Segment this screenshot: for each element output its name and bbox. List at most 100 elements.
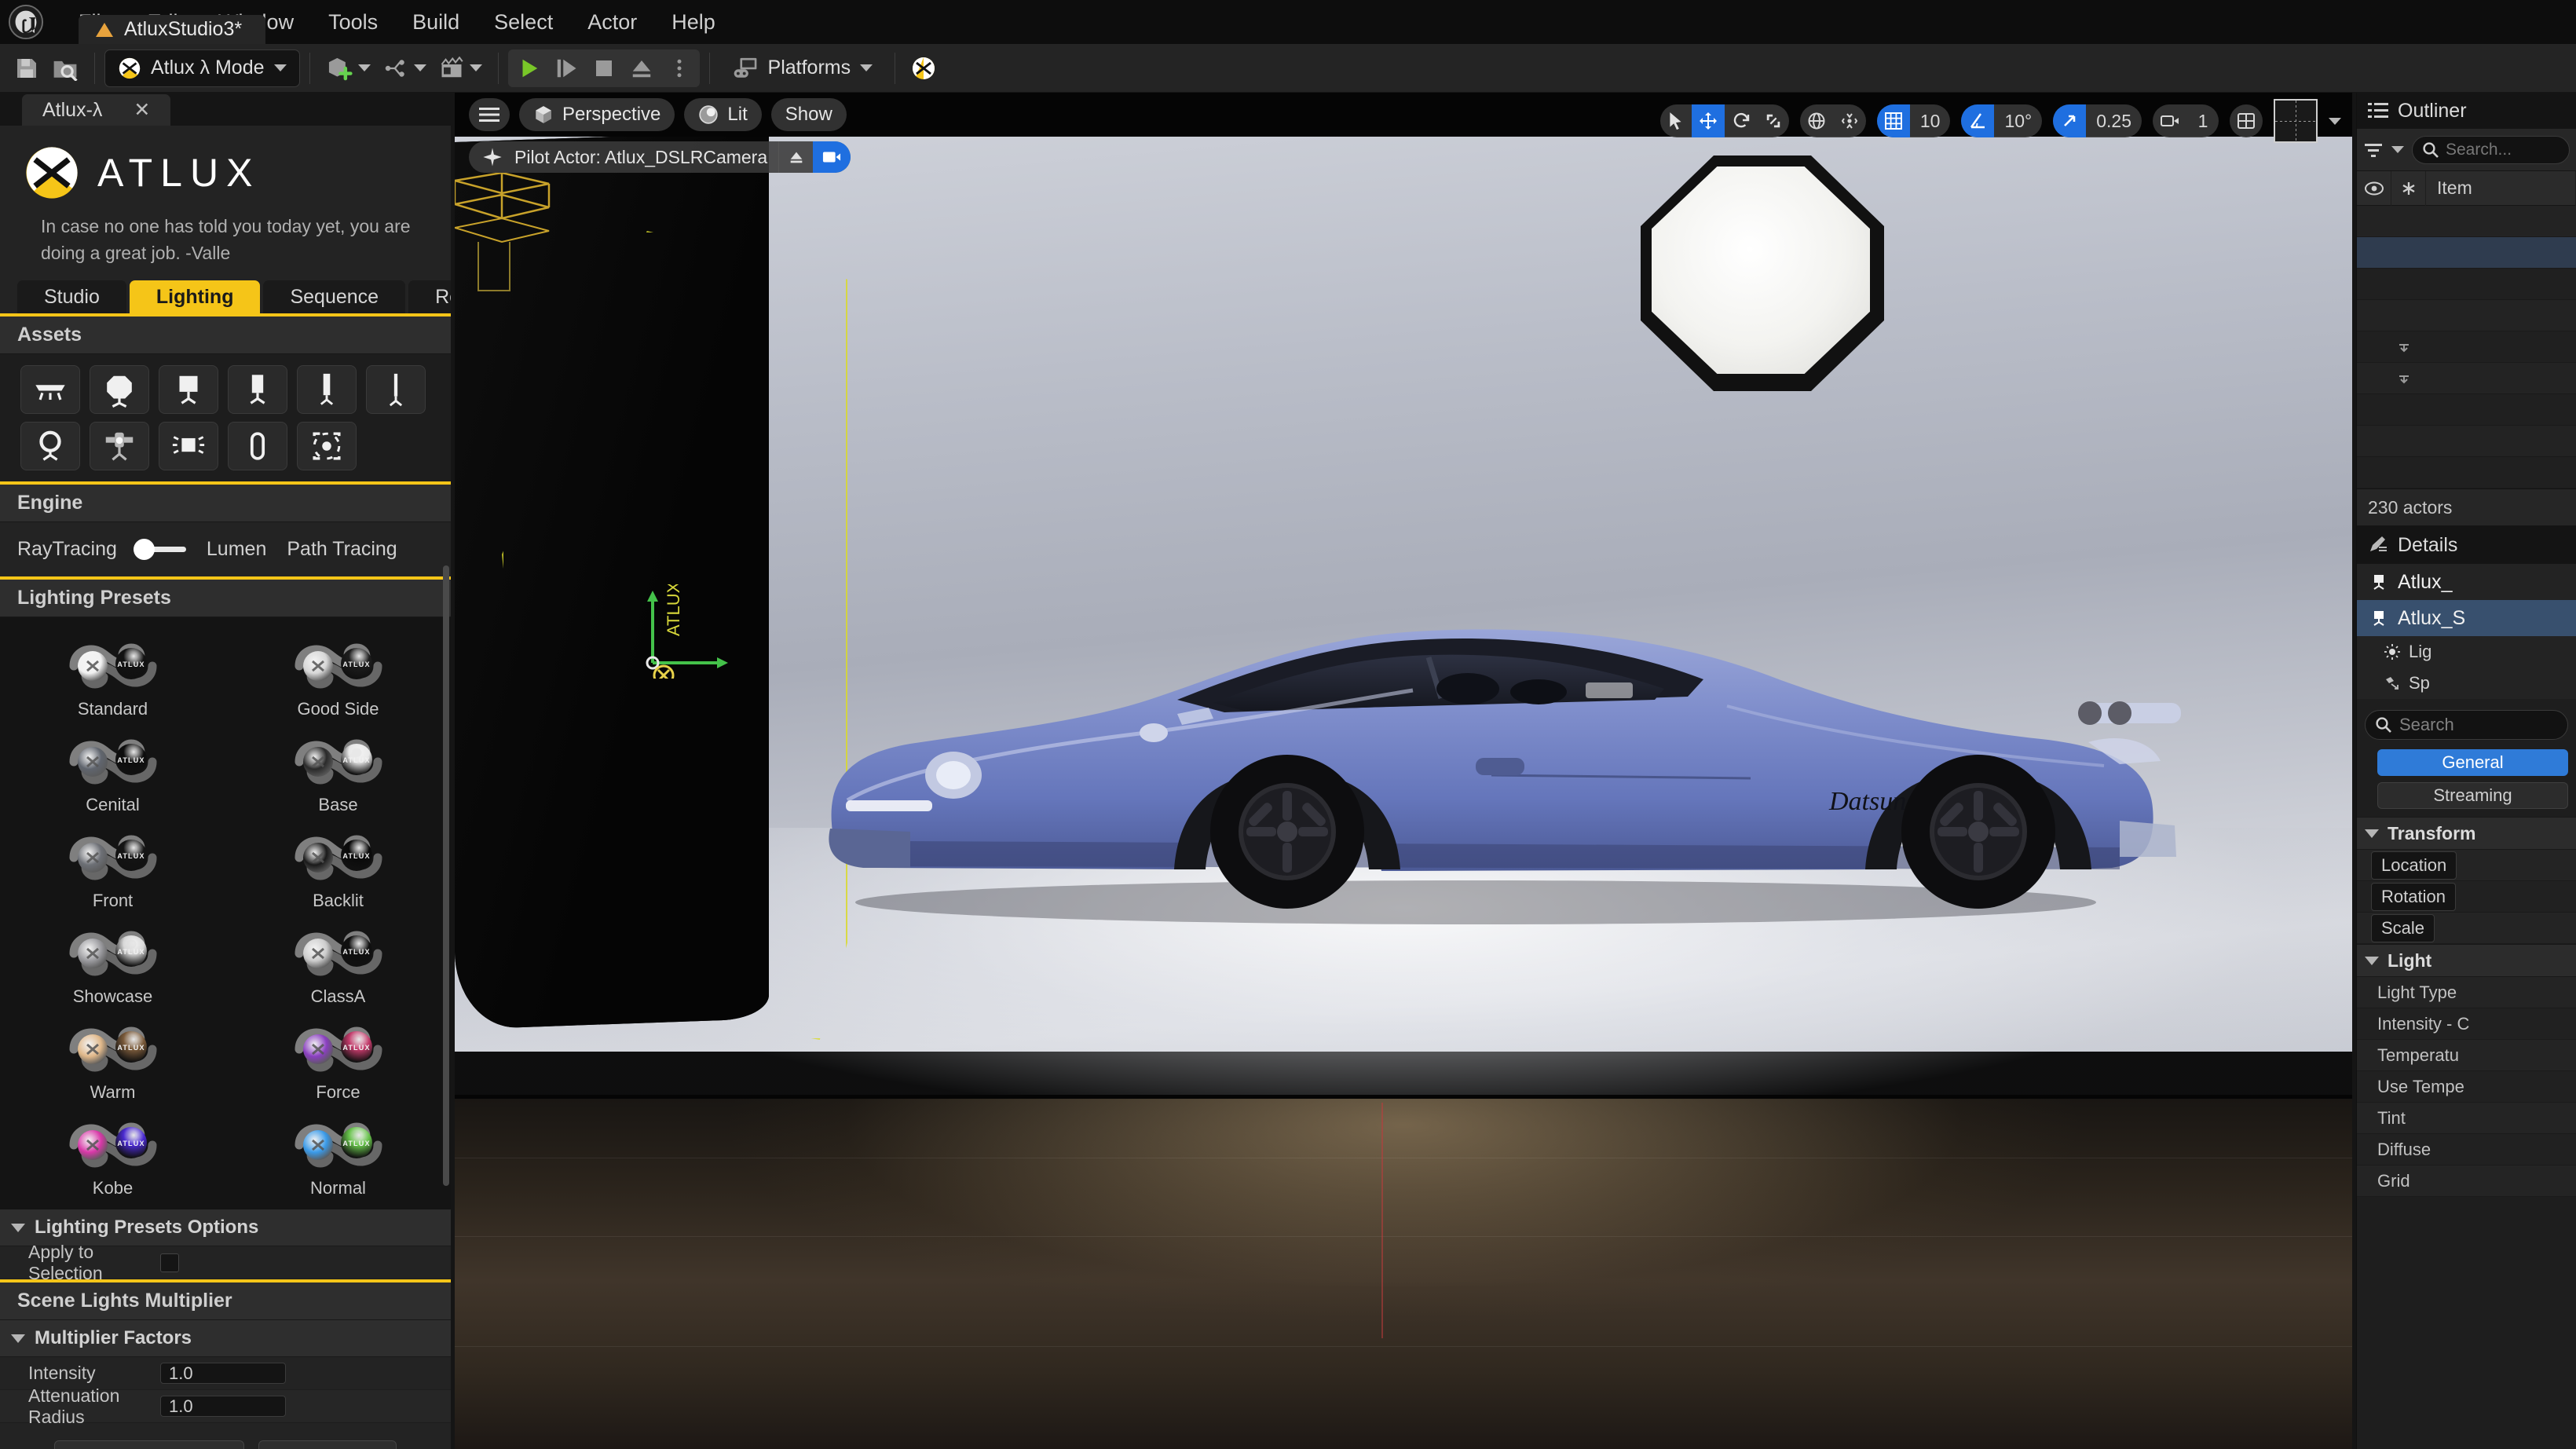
menu-help[interactable]: Help — [654, 7, 733, 38]
property-row-light-type[interactable]: Light Type — [2357, 977, 2576, 1008]
tab-studio[interactable]: Studio — [17, 280, 126, 314]
preset-kobe[interactable]: ATLUX Kobe — [0, 1111, 225, 1202]
softbox-strip-icon[interactable] — [20, 365, 80, 415]
property-row-tint[interactable]: Tint — [2357, 1103, 2576, 1134]
viewport-lit-button[interactable]: Lit — [684, 98, 762, 131]
lumen-label[interactable]: Lumen — [207, 538, 266, 561]
table-row[interactable] — [2357, 237, 2576, 269]
preset-base[interactable]: ATLUX Base — [225, 727, 451, 818]
camera-speed-value[interactable]: 1 — [2187, 104, 2219, 137]
project-tab[interactable]: AtluxStudio3* — [79, 15, 266, 44]
play-button[interactable] — [510, 49, 547, 87]
preset-normal[interactable]: ATLUX Normal — [225, 1111, 451, 1202]
ring-light-icon[interactable] — [20, 422, 80, 471]
details-component-row-2[interactable]: Sp — [2357, 668, 2576, 699]
cinematics-button[interactable] — [433, 49, 488, 87]
left-panel-scrollbar[interactable] — [443, 565, 449, 1187]
save-button[interactable] — [8, 49, 46, 87]
chevron-collapse-icon[interactable] — [2396, 371, 2412, 386]
stripbox-thin-icon[interactable] — [366, 365, 426, 415]
table-row[interactable] — [2357, 457, 2576, 488]
close-icon[interactable]: ✕ — [134, 98, 150, 122]
path-tracing-label[interactable]: Path Tracing — [287, 538, 397, 561]
platforms-button[interactable]: Platforms — [719, 49, 886, 87]
preset-classa[interactable]: ATLUX ClassA — [225, 919, 451, 1010]
fresnel-spot-icon[interactable] — [90, 422, 149, 471]
property-row-grid[interactable]: Grid — [2357, 1165, 2576, 1197]
row-visibility-toggle[interactable] — [2357, 426, 2391, 457]
multiply-all-button[interactable]: Multiply All — [258, 1440, 397, 1449]
table-row[interactable] — [2357, 331, 2576, 363]
details-tab[interactable]: Details — [2357, 526, 2576, 564]
row-visibility-toggle[interactable] — [2357, 331, 2391, 363]
menu-tools[interactable]: Tools — [311, 7, 395, 38]
octabox-light[interactable] — [1641, 156, 1884, 391]
rotate-tool-button[interactable] — [1725, 104, 1758, 137]
add-actor-button[interactable] — [320, 49, 377, 87]
menu-actor[interactable]: Actor — [570, 7, 654, 38]
atlux-toolbar-button[interactable] — [905, 49, 942, 87]
surface-snap-button[interactable] — [1833, 104, 1866, 137]
camera-speed-group[interactable]: 1 — [2153, 104, 2219, 137]
table-row[interactable] — [2357, 363, 2576, 394]
preset-good-side[interactable]: ATLUX Good Side — [225, 631, 451, 723]
tab-sequence[interactable]: Sequence — [263, 280, 406, 314]
table-row[interactable] — [2357, 269, 2576, 300]
row-visibility-toggle[interactable] — [2357, 269, 2391, 300]
attenuation-radius-input[interactable]: 1.0 — [160, 1396, 286, 1418]
tab-render[interactable]: Render — [408, 280, 451, 314]
preset-backlit[interactable]: ATLUX Backlit — [225, 823, 451, 914]
details-component-row[interactable]: Lig — [2357, 636, 2576, 668]
row-visibility-toggle[interactable] — [2357, 363, 2391, 394]
preset-showcase[interactable]: ATLUX Showcase — [0, 919, 225, 1010]
chevron-down-icon[interactable] — [2391, 146, 2404, 153]
property-row-scale[interactable]: Scale — [2357, 913, 2576, 944]
stop-button[interactable] — [585, 49, 623, 87]
softbox-tall-icon[interactable] — [228, 365, 287, 415]
preset-warm[interactable]: ATLUX Warm — [0, 1015, 225, 1106]
select-tool-button[interactable] — [1660, 104, 1692, 137]
scale-snap-value[interactable]: 0.25 — [2086, 104, 2142, 137]
menu-build[interactable]: Build — [395, 7, 477, 38]
table-row[interactable] — [2357, 300, 2576, 331]
row-visibility-toggle[interactable] — [2357, 300, 2391, 331]
preset-force[interactable]: ATLUX Force — [225, 1015, 451, 1106]
minimap-icon[interactable] — [2274, 99, 2318, 143]
filter-icon[interactable] — [2363, 141, 2384, 159]
eject-button[interactable] — [623, 49, 660, 87]
details-object-row-selected[interactable]: Atlux_S — [2357, 600, 2576, 636]
property-row-use-temperature[interactable]: Use Tempe — [2357, 1071, 2576, 1103]
property-row-intensity[interactable]: Intensity - C — [2357, 1008, 2576, 1040]
property-row-diffuse[interactable]: Diffuse — [2357, 1134, 2576, 1165]
preset-cenital[interactable]: ATLUX Cenital — [0, 727, 225, 818]
angle-snap-value[interactable]: 10° — [1994, 104, 2042, 137]
details-object-row[interactable]: Atlux_ — [2357, 564, 2576, 600]
softbox-square-icon[interactable] — [159, 365, 218, 415]
grid-snap-value[interactable]: 10 — [1910, 104, 1951, 137]
eye-icon[interactable] — [2357, 170, 2391, 206]
filter-streaming-button[interactable]: Streaming — [2377, 782, 2568, 809]
world-coords-button[interactable] — [1800, 104, 1833, 137]
target-light-icon[interactable] — [297, 422, 357, 471]
move-tool-button[interactable] — [1691, 104, 1725, 137]
details-group-light[interactable]: Light — [2357, 944, 2576, 977]
transform-gizmo[interactable]: ATLUX — [635, 581, 737, 686]
intensity-input[interactable]: 1.0 — [160, 1363, 286, 1385]
property-row-temperature[interactable]: Temperatu — [2357, 1040, 2576, 1071]
row-visibility-toggle[interactable] — [2357, 457, 2391, 488]
tube-light-icon[interactable] — [228, 422, 287, 471]
stripbox-icon[interactable] — [297, 365, 357, 415]
atlux-mode-button[interactable]: Atlux λ Mode — [104, 49, 300, 87]
tab-lighting[interactable]: Lighting — [129, 280, 261, 314]
outliner-tab[interactable]: Outliner — [2357, 93, 2576, 129]
viewport-menu-button[interactable] — [469, 98, 510, 131]
chevron-down-icon[interactable] — [2329, 117, 2341, 125]
blueprints-button[interactable] — [377, 49, 433, 87]
grid-snap-button[interactable] — [1876, 104, 1910, 137]
octabox-icon[interactable] — [90, 365, 149, 415]
multiply-selected-button[interactable]: Multiply Selected — [54, 1440, 245, 1449]
unreal-logo-icon[interactable] — [5, 1, 47, 43]
chevron-collapse-icon[interactable] — [2396, 339, 2412, 355]
filter-general-button[interactable]: General — [2377, 749, 2568, 776]
viewport-perspective-button[interactable]: Perspective — [519, 98, 675, 131]
